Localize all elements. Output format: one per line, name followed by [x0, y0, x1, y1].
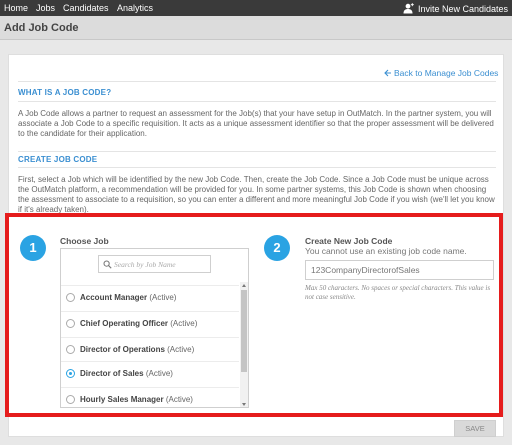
job-option-director-of-operations[interactable]: Director of Operations (Active) — [61, 337, 239, 361]
create-new-job-code-label: Create New Job Code — [305, 236, 393, 246]
search-icon — [103, 260, 112, 269]
job-status: (Active) — [170, 319, 198, 328]
page-title-bar: Add Job Code — [0, 16, 512, 40]
job-option-account-manager[interactable]: Account Manager (Active) — [61, 285, 239, 309]
scroll-down-icon[interactable] — [242, 403, 246, 406]
step-1-badge: 1 — [20, 235, 46, 261]
job-option-chief-operating-officer[interactable]: Chief Operating Officer (Active) — [61, 311, 239, 335]
job-search-box — [98, 255, 211, 273]
job-search-input[interactable] — [114, 258, 208, 271]
radio-button-selected[interactable] — [66, 369, 75, 378]
radio-button[interactable] — [66, 293, 75, 302]
job-status: (Active) — [145, 369, 173, 378]
job-code-input[interactable] — [305, 260, 494, 280]
divider — [18, 101, 496, 102]
job-name: Director of Sales — [80, 369, 144, 378]
job-option-label: Chief Operating Officer (Active) — [80, 319, 197, 328]
back-to-manage-job-codes-link[interactable]: Back to Manage Job Codes — [384, 68, 498, 78]
job-code-constraints-note: Max 50 characters. No spaces or special … — [305, 284, 491, 301]
choose-job-label: Choose Job — [60, 236, 109, 246]
radio-button[interactable] — [66, 319, 75, 328]
job-status: (Active) — [165, 395, 193, 404]
intro-paragraph: A Job Code allows a partner to request a… — [18, 109, 494, 138]
job-status: (Active) — [149, 293, 177, 302]
user-add-icon — [403, 3, 414, 14]
job-option-label: Director of Sales (Active) — [80, 369, 173, 378]
job-name: Account Manager — [80, 293, 148, 302]
back-link-label: Back to Manage Job Codes — [394, 68, 499, 78]
radio-button[interactable] — [66, 395, 75, 404]
invite-new-candidates-button[interactable]: Invite New Candidates — [403, 3, 508, 14]
top-navigation: Home Jobs Candidates Analytics Invite Ne… — [0, 0, 512, 16]
job-name: Chief Operating Officer — [80, 319, 169, 328]
job-list-scrollbar[interactable] — [240, 282, 248, 407]
create-paragraph: First, select a Job which will be identi… — [18, 175, 495, 214]
nav-jobs[interactable]: Jobs — [36, 3, 55, 13]
job-name: Hourly Sales Manager — [80, 395, 164, 404]
radio-button[interactable] — [66, 345, 75, 354]
scrollbar-thumb[interactable] — [241, 290, 247, 372]
job-option-label: Account Manager (Active) — [80, 293, 176, 302]
scroll-up-icon[interactable] — [242, 284, 246, 287]
step-2-badge: 2 — [264, 235, 290, 261]
divider — [18, 81, 496, 82]
create-job-code-heading: CREATE JOB CODE — [18, 155, 98, 164]
job-name: Director of Operations — [80, 345, 165, 354]
save-button[interactable]: SAVE — [454, 420, 496, 437]
job-option-label: Director of Operations (Active) — [80, 345, 194, 354]
nav-home[interactable]: Home — [4, 3, 28, 13]
divider — [18, 167, 496, 168]
nav-analytics[interactable]: Analytics — [117, 3, 153, 13]
invite-label: Invite New Candidates — [417, 3, 508, 14]
job-option-hourly-sales-manager[interactable]: Hourly Sales Manager (Active) — [61, 387, 239, 407]
job-list: Account Manager (Active) Chief Operating… — [60, 248, 249, 408]
job-status: (Active) — [167, 345, 195, 354]
what-is-job-code-heading: WHAT IS A JOB CODE? — [18, 88, 112, 97]
arrow-left-icon — [384, 69, 391, 77]
divider — [18, 151, 496, 152]
job-option-director-of-sales[interactable]: Director of Sales (Active) — [61, 361, 239, 385]
nav-candidates[interactable]: Candidates — [63, 3, 109, 13]
job-option-label: Hourly Sales Manager (Active) — [80, 395, 193, 404]
job-code-hint: You cannot use an existing job code name… — [305, 246, 467, 256]
page-title: Add Job Code — [4, 22, 79, 34]
